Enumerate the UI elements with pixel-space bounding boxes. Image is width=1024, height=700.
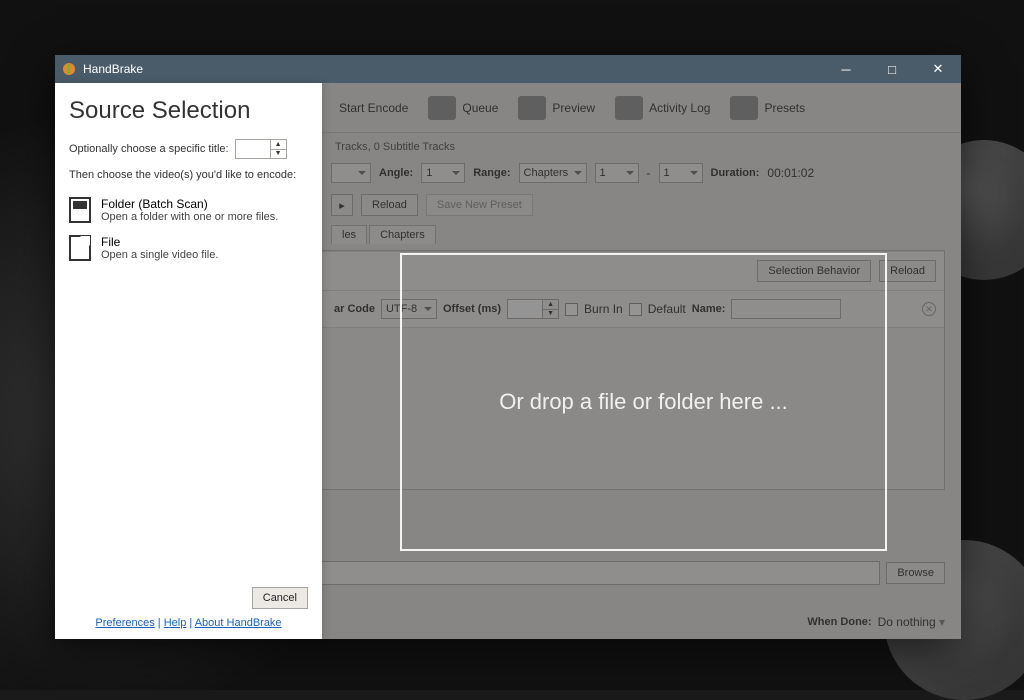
title-up[interactable]: ▲ (270, 140, 286, 150)
title-down[interactable]: ▼ (270, 150, 286, 159)
titlebar: HandBrake ─ □ ✕ (55, 55, 961, 83)
choose-video-hint: Then choose the video(s) you'd like to e… (69, 169, 308, 181)
title-number-spinner[interactable]: ▲ ▼ (235, 139, 287, 159)
file-icon (69, 235, 91, 261)
minimize-button[interactable]: ─ (823, 55, 869, 83)
source-heading: Source Selection (69, 97, 308, 125)
specific-title-row: Optionally choose a specific title: ▲ ▼ (69, 139, 308, 159)
about-link[interactable]: About HandBrake (195, 617, 282, 629)
close-button[interactable]: ✕ (915, 55, 961, 83)
window-title: HandBrake (83, 62, 823, 76)
window-controls: ─ □ ✕ (823, 55, 961, 83)
open-file-sub: Open a single video file. (101, 249, 218, 261)
open-folder-option[interactable]: Folder (Batch Scan) Open a folder with o… (69, 191, 308, 229)
cancel-button[interactable]: Cancel (252, 587, 308, 609)
title-number-input[interactable] (236, 140, 270, 158)
app-icon (61, 61, 77, 77)
specific-title-hint: Optionally choose a specific title: (69, 143, 229, 155)
preferences-link[interactable]: Preferences (95, 617, 154, 629)
maximize-button[interactable]: □ (869, 55, 915, 83)
open-file-option[interactable]: File Open a single video file. (69, 229, 308, 267)
handbrake-window: HandBrake ─ □ ✕ Start Encode Queue Previ… (55, 55, 961, 639)
footer-links: Preferences | Help | About HandBrake (69, 617, 308, 629)
open-file-title: File (101, 235, 218, 249)
folder-icon (69, 197, 91, 223)
help-link[interactable]: Help (164, 617, 187, 629)
open-folder-title: Folder (Batch Scan) (101, 197, 278, 211)
modal-dimmer (322, 83, 961, 639)
source-selection-panel: Source Selection Optionally choose a spe… (55, 83, 322, 639)
open-folder-sub: Open a folder with one or more files. (101, 211, 278, 223)
